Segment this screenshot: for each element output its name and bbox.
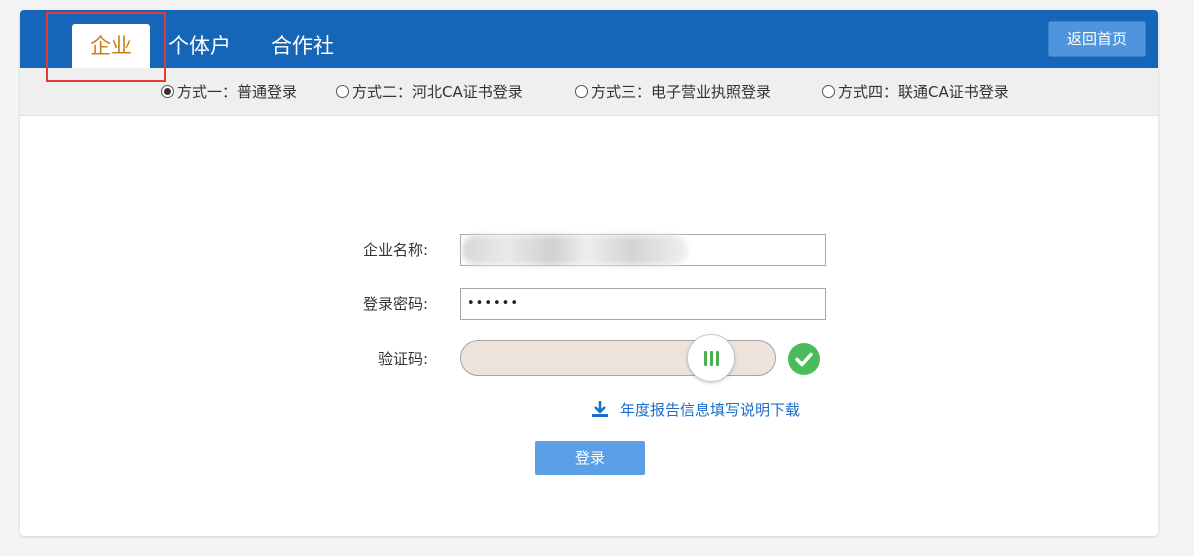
method-option-2[interactable]: 方式二：河北CA证书登录: [336, 82, 523, 102]
grip-icon: [704, 351, 707, 366]
radio-icon[interactable]: [575, 85, 588, 98]
return-home-button[interactable]: 返回首页: [1048, 21, 1146, 57]
tab-enterprise[interactable]: 企业: [72, 24, 150, 68]
verified-check-icon: [788, 343, 820, 375]
method-option-4[interactable]: 方式四：联通CA证书登录: [822, 82, 1009, 102]
tab-cooperative[interactable]: 合作社: [271, 24, 334, 68]
top-bar: 企业 个体户 合作社 返回首页: [20, 10, 1158, 68]
password-label: 登录密码:: [362, 295, 428, 313]
radio-icon[interactable]: [336, 85, 349, 98]
download-icon: [592, 401, 608, 417]
login-button[interactable]: 登录: [535, 441, 645, 475]
method-option-1[interactable]: 方式一：普通登录: [161, 82, 297, 102]
method-option-3[interactable]: 方式三：电子营业执照登录: [575, 82, 771, 102]
method-option-label: 方式二：河北CA证书登录: [352, 83, 523, 101]
company-name-label: 企业名称:: [362, 241, 428, 259]
radio-checked-icon[interactable]: [161, 85, 174, 98]
radio-icon[interactable]: [822, 85, 835, 98]
password-input[interactable]: ••••••: [460, 288, 826, 320]
captcha-slider-handle[interactable]: [687, 334, 735, 382]
method-option-label: 方式一：普通登录: [177, 83, 298, 101]
login-card: 企业 个体户 合作社 返回首页 方式一：普通登录 方式二：河北CA证书登录 方式…: [20, 10, 1158, 536]
grip-icon: [710, 351, 713, 366]
captcha-label: 验证码:: [377, 350, 428, 368]
grip-icon: [716, 351, 719, 366]
method-option-label: 方式三：电子营业执照登录: [591, 83, 772, 101]
download-link-text: 年度报告信息填写说明下载: [620, 401, 801, 419]
tab-individual[interactable]: 个体户: [168, 24, 231, 68]
company-name-input[interactable]: [460, 234, 826, 266]
method-option-label: 方式四：联通CA证书登录: [838, 83, 1009, 101]
login-method-selector: 方式一：普通登录 方式二：河北CA证书登录 方式三：电子营业执照登录 方式四：联…: [20, 68, 1158, 116]
